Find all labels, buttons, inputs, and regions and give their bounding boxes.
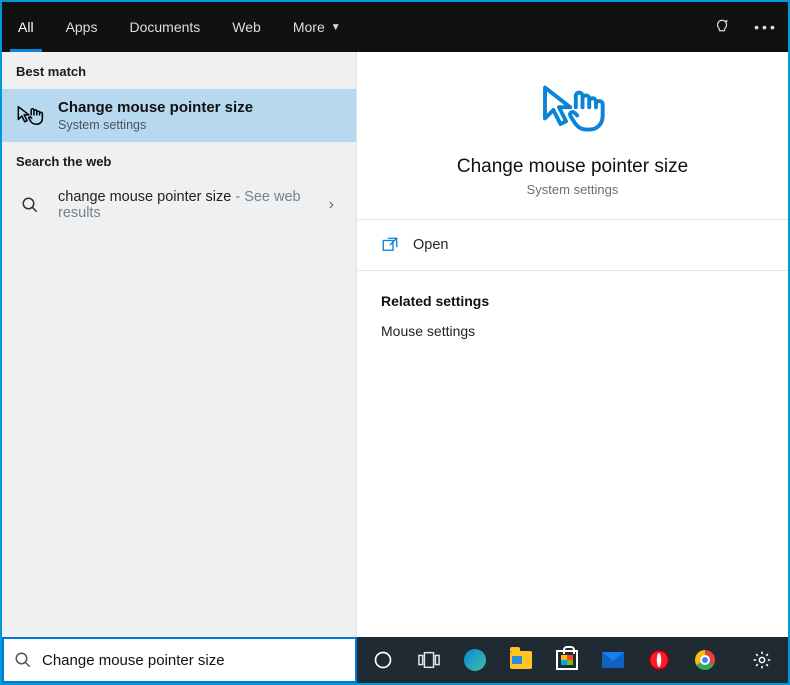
options-button[interactable]: ••• [744, 2, 788, 52]
search-box[interactable] [2, 637, 357, 683]
search-web-heading: Search the web [2, 142, 356, 179]
preview-pane: Change mouse pointer size System setting… [357, 52, 788, 637]
cortana-icon [373, 650, 393, 670]
taskbar-chrome[interactable] [683, 640, 727, 680]
chevron-right-icon: › [329, 196, 342, 214]
open-icon [381, 236, 399, 254]
preview-subtitle: System settings [527, 182, 619, 197]
related-settings: Related settings Mouse settings [357, 271, 788, 361]
taskbar [357, 637, 788, 683]
folder-icon [510, 651, 532, 669]
related-heading: Related settings [381, 293, 764, 309]
edge-icon [464, 649, 486, 671]
open-label: Open [413, 237, 448, 253]
result-change-mouse-pointer-size[interactable]: Change mouse pointer size System setting… [2, 89, 356, 142]
tab-label: Documents [129, 19, 200, 35]
taskbar-file-explorer[interactable] [499, 640, 543, 680]
search-filter-tabs: All Apps Documents Web More ▼ ••• [2, 2, 788, 52]
opera-icon [649, 650, 669, 670]
taskbar-mail[interactable] [591, 640, 635, 680]
result-title: Change mouse pointer size [58, 99, 342, 116]
result-web-search[interactable]: change mouse pointer size - See web resu… [2, 179, 356, 231]
preview-title: Change mouse pointer size [457, 156, 688, 178]
tab-web[interactable]: Web [216, 2, 277, 52]
search-icon [16, 196, 44, 214]
taskbar-store[interactable] [545, 640, 589, 680]
chrome-icon [695, 650, 715, 670]
open-action[interactable]: Open [357, 220, 788, 271]
search-icon [14, 651, 32, 669]
taskbar-cortana[interactable] [361, 640, 405, 680]
results-list: Best match Change mouse pointer size Sys… [2, 52, 357, 637]
tab-documents[interactable]: Documents [113, 2, 216, 52]
tab-label: Apps [66, 19, 98, 35]
taskbar-settings[interactable] [740, 640, 784, 680]
mail-icon [602, 652, 624, 668]
taskbar-edge[interactable] [453, 640, 497, 680]
pointer-hand-icon [538, 82, 608, 138]
related-link-mouse-settings[interactable]: Mouse settings [381, 323, 764, 339]
tab-more[interactable]: More ▼ [277, 2, 357, 52]
taskbar-task-view[interactable] [407, 640, 451, 680]
gear-icon [752, 650, 772, 670]
feedback-icon [713, 18, 731, 36]
task-view-icon [418, 651, 440, 669]
tab-all[interactable]: All [2, 2, 50, 52]
tab-label: Web [232, 19, 261, 35]
preview-hero: Change mouse pointer size System setting… [357, 52, 788, 220]
store-icon [556, 650, 578, 670]
feedback-button[interactable] [700, 2, 744, 52]
bottom-bar [2, 637, 788, 683]
chevron-down-icon: ▼ [331, 22, 341, 33]
best-match-heading: Best match [2, 52, 356, 89]
tab-label: More [293, 19, 325, 35]
tab-label: All [18, 19, 34, 35]
pointer-hand-icon [16, 102, 44, 130]
tab-apps[interactable]: Apps [50, 2, 114, 52]
taskbar-opera[interactable] [637, 640, 681, 680]
result-subtitle: System settings [58, 118, 342, 132]
web-query-text: change mouse pointer size [58, 189, 231, 205]
ellipsis-icon: ••• [754, 19, 778, 35]
result-title: change mouse pointer size - See web resu… [58, 189, 315, 221]
search-input[interactable] [42, 652, 345, 669]
